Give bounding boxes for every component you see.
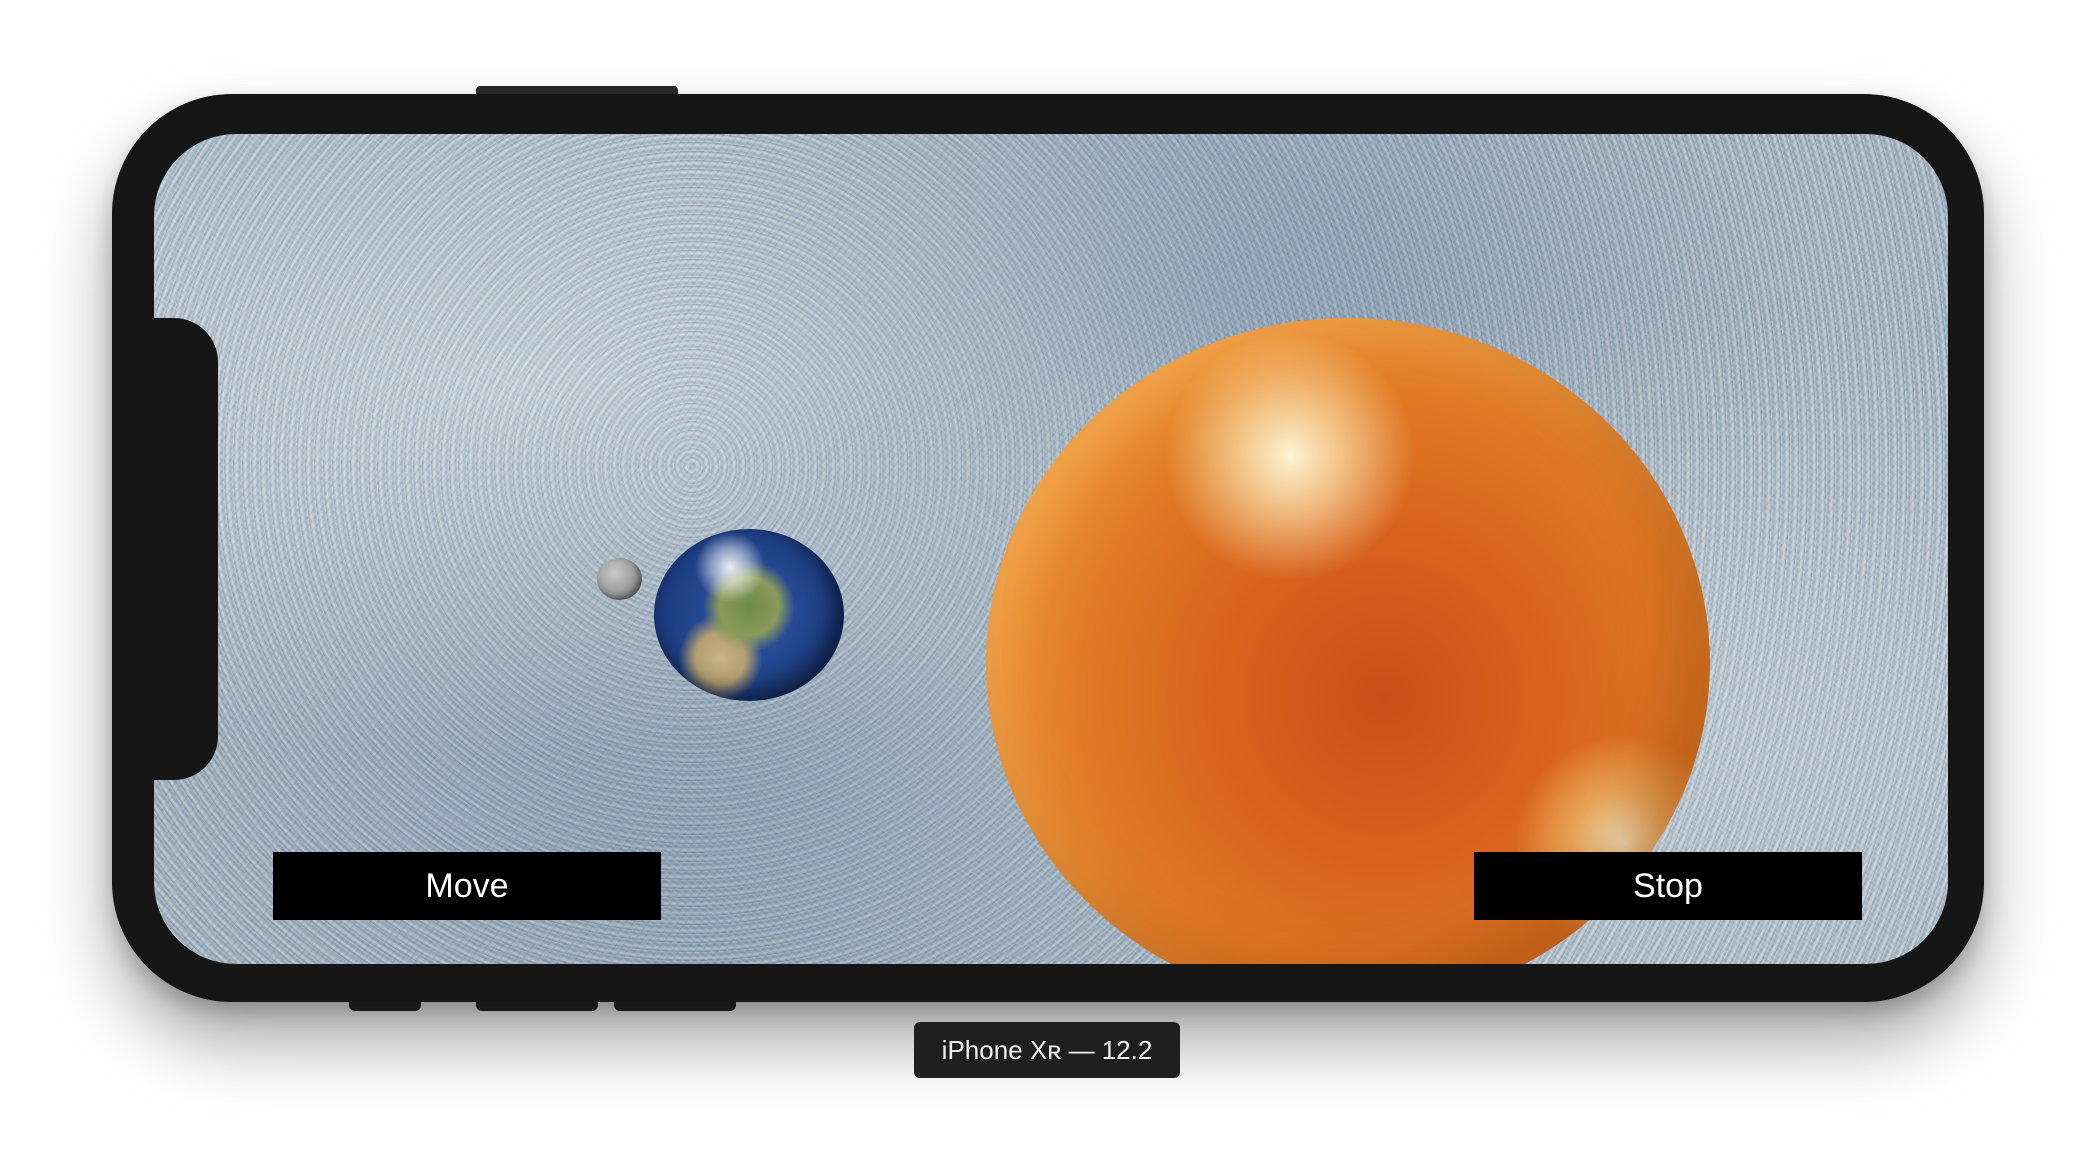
simulator-stage: Move Stop iPhone Xʀ — 12.2 <box>0 0 2096 1168</box>
device-screen <box>154 134 1948 964</box>
device-label: iPhone Xʀ — 12.2 <box>914 1022 1180 1078</box>
notch <box>146 318 218 780</box>
move-button[interactable]: Move <box>273 852 661 920</box>
stop-button[interactable]: Stop <box>1474 852 1862 920</box>
device-label-text: iPhone Xʀ — 12.2 <box>941 1034 1153 1065</box>
earth-sphere <box>654 529 844 701</box>
moon-sphere <box>597 558 642 600</box>
